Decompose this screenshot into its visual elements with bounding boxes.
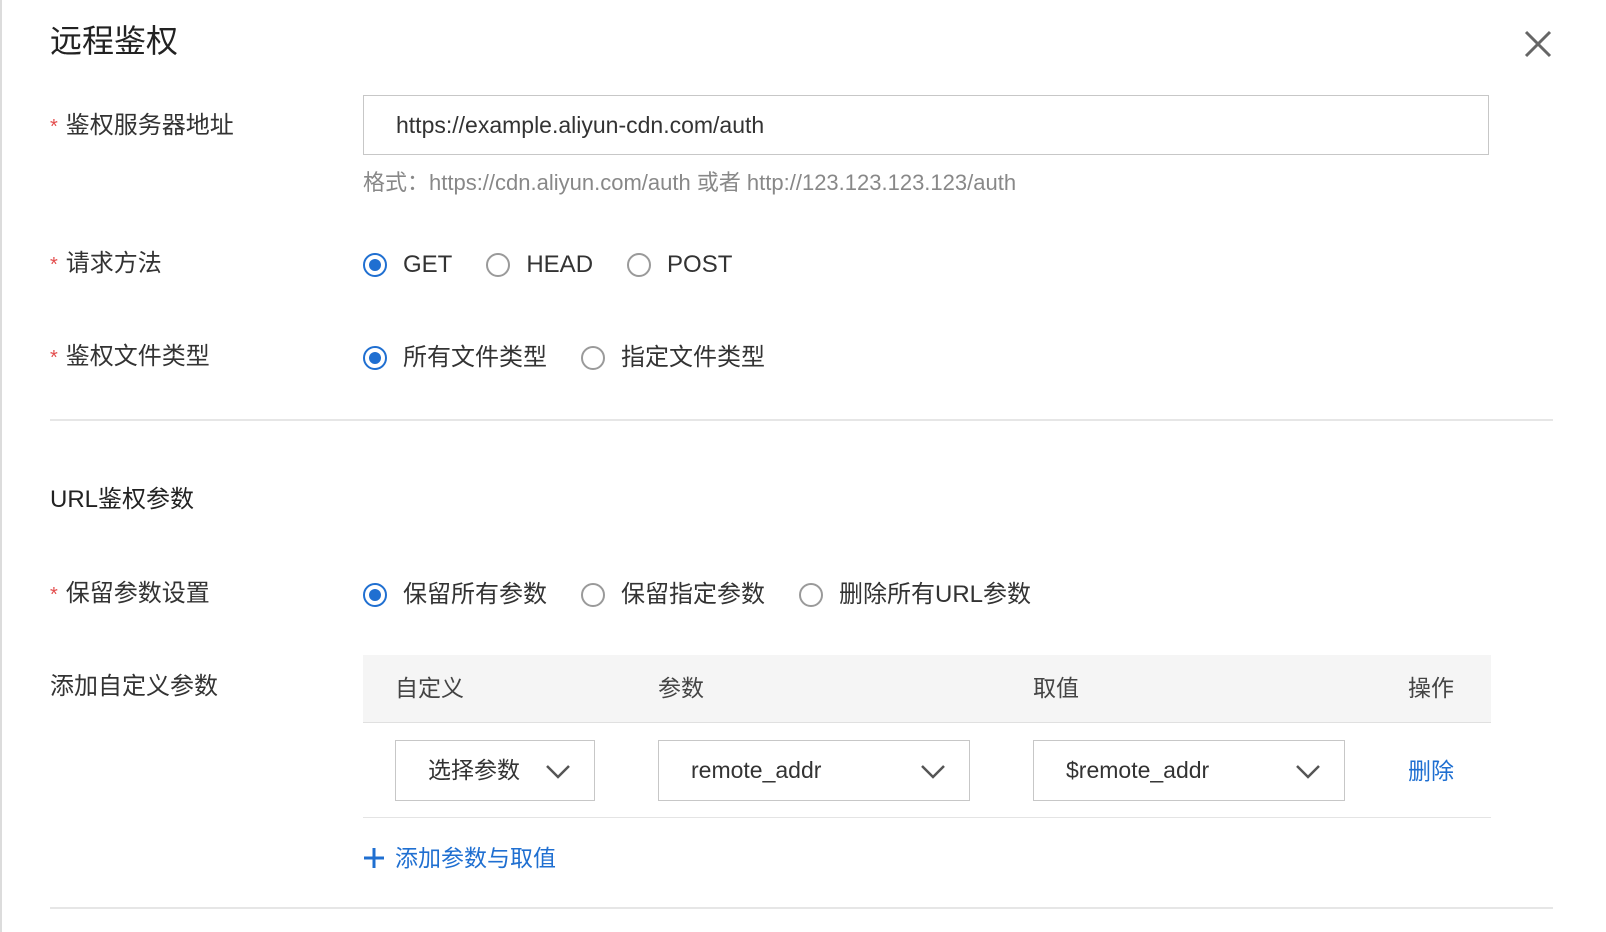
radio-specified-file-types[interactable]: 指定文件类型 <box>581 343 765 373</box>
value-select[interactable]: $remote_addr <box>1033 740 1345 801</box>
radio-delete-all[interactable]: 删除所有URL参数 <box>799 580 1031 610</box>
delete-row-link[interactable]: 删除 <box>1408 755 1454 787</box>
radio-checked-icon <box>363 346 387 370</box>
left-edge-line <box>0 0 2 932</box>
radio-get[interactable]: GET <box>363 250 452 280</box>
method-label: * 请求方法 <box>50 250 162 277</box>
auth-server-label: * 鉴权服务器地址 <box>50 112 234 139</box>
column-header-value: 取值 <box>1033 675 1079 701</box>
bottom-divider <box>50 907 1553 909</box>
radio-checked-icon <box>363 583 387 607</box>
add-param-button[interactable]: 添加参数与取值 <box>363 842 556 874</box>
param-select[interactable]: remote_addr <box>658 740 970 801</box>
radio-keep-all[interactable]: 保留所有参数 <box>363 580 547 610</box>
radio-keep-specified[interactable]: 保留指定参数 <box>581 580 765 610</box>
column-header-param: 参数 <box>658 675 704 701</box>
custom-param-select[interactable]: 选择参数 <box>395 740 595 801</box>
radio-unchecked-icon <box>486 253 511 277</box>
auth-server-input[interactable]: https://example.aliyun-cdn.com/auth <box>363 95 1489 155</box>
required-mark: * <box>50 116 58 138</box>
custom-params-label: 添加自定义参数 <box>50 673 218 700</box>
keep-params-radio-group: 保留所有参数 保留指定参数 删除所有URL参数 <box>363 580 1065 610</box>
chevron-down-icon <box>1296 765 1320 779</box>
keep-params-label: * 保留参数设置 <box>50 580 210 607</box>
file-type-label: * 鉴权文件类型 <box>50 343 210 370</box>
file-type-radio-group: 所有文件类型 指定文件类型 <box>363 343 799 373</box>
url-params-section-title: URL鉴权参数 <box>50 486 195 513</box>
radio-unchecked-icon <box>627 253 652 277</box>
close-icon[interactable] <box>1518 24 1558 64</box>
radio-checked-icon <box>363 253 387 277</box>
column-header-custom: 自定义 <box>395 675 464 701</box>
auth-server-hint: 格式：https://cdn.aliyun.com/auth 或者 http:/… <box>363 170 1017 195</box>
plus-icon <box>364 848 384 868</box>
radio-all-file-types[interactable]: 所有文件类型 <box>363 343 547 373</box>
chevron-down-icon <box>546 765 570 779</box>
radio-unchecked-icon <box>581 346 605 370</box>
required-mark: * <box>50 254 58 276</box>
method-radio-group: GET HEAD POST <box>363 250 766 280</box>
radio-head[interactable]: HEAD <box>486 250 593 280</box>
required-mark: * <box>50 584 58 606</box>
table-row-divider <box>363 817 1491 818</box>
radio-post[interactable]: POST <box>627 250 732 280</box>
params-table-header: 自定义 参数 取值 操作 <box>363 655 1491 723</box>
dialog-title: 远程鉴权 <box>50 23 179 59</box>
column-header-action: 操作 <box>1408 675 1454 701</box>
radio-unchecked-icon <box>799 583 823 607</box>
radio-unchecked-icon <box>581 583 605 607</box>
section-divider <box>50 419 1553 421</box>
chevron-down-icon <box>921 765 945 779</box>
required-mark: * <box>50 347 58 369</box>
